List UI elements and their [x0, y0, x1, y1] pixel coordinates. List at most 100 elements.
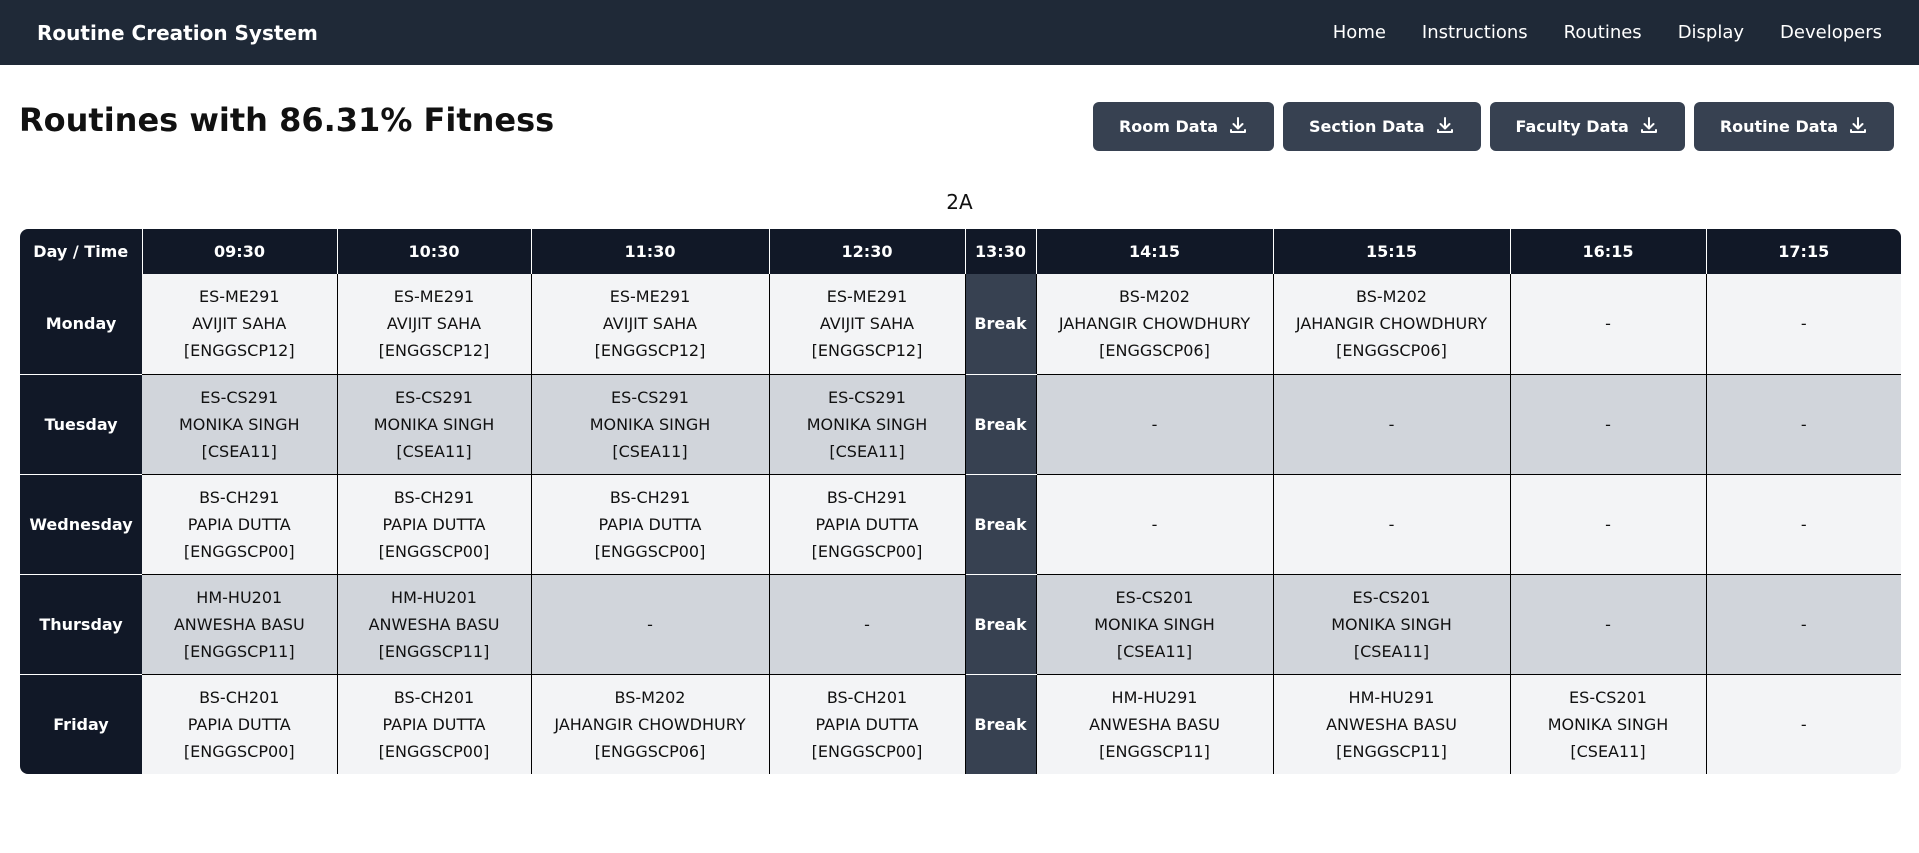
course-code: ES-CS291	[828, 387, 906, 407]
course-code: -	[864, 614, 870, 634]
course-code: HM-HU291	[1348, 687, 1435, 707]
room-code: [ENGGSCP00]	[183, 741, 295, 761]
faculty-name: MONIKA SINGH	[1094, 614, 1215, 634]
class-slot: BS-M202 JAHANGIR CHOWDHURY [ENGGSCP06]	[1273, 274, 1511, 375]
class-slot: BS-CH201 PAPIA DUTTA [ENGGSCP00]	[142, 674, 338, 774]
faculty-name: PAPIA DUTTA	[187, 514, 291, 534]
faculty-name: ANWESHA BASU	[173, 614, 305, 634]
faculty-name: AVIJIT SAHA	[602, 314, 698, 334]
table-header-row: Day / Time 09:30 10:30 11:30 12:30 13:30 14:15…	[20, 229, 1901, 274]
course-code: HM-HU201	[391, 587, 477, 607]
course-code: -	[1605, 314, 1611, 334]
course-code: ES-CS291	[611, 387, 689, 407]
room-code: [ENGGSCP12]	[811, 341, 923, 361]
day-cell: Wednesday	[20, 474, 142, 575]
faculty-name: MONIKA SINGH	[589, 414, 711, 434]
room-code: [CSEA11]	[1570, 741, 1646, 761]
day-cell: Tuesday	[20, 374, 142, 475]
nav-routines[interactable]: Routines	[1564, 22, 1642, 43]
table-row: Friday BS-CH201 PAPIA DUTTA [ENGGSCP00] BS-C…	[20, 674, 1901, 774]
faculty-name: PAPIA DUTTA	[815, 514, 919, 534]
course-code: ES-ME291	[609, 287, 691, 307]
empty-slot: -	[1510, 574, 1707, 675]
faculty-name: MONIKA SINGH	[373, 414, 495, 434]
class-slot: ES-CS291 MONIKA SINGH [CSEA11]	[531, 374, 770, 475]
button-label: Routine Data	[1719, 117, 1838, 136]
course-code: BS-CH291	[609, 487, 691, 507]
faculty-name: AVIJIT SAHA	[819, 314, 915, 334]
course-code: -	[1800, 414, 1807, 434]
time-header: 15:15	[1273, 229, 1511, 274]
nav-developers[interactable]: Developers	[1780, 22, 1882, 43]
faculty-name: AVIJIT SAHA	[192, 314, 287, 334]
empty-slot: -	[1036, 374, 1274, 475]
page-title: Routines with 86.31% Fitness	[19, 101, 555, 139]
faculty-name: MONIKA SINGH	[1331, 614, 1452, 634]
course-code: ES-ME291	[199, 287, 280, 307]
download-icon	[1848, 115, 1868, 139]
nav-display[interactable]: Display	[1678, 22, 1744, 43]
day-time-header: Day / Time	[20, 229, 143, 274]
course-code: HM-HU291	[1111, 687, 1198, 707]
table-row: Tuesday ES-CS291 MONIKA SINGH [CSEA11] ES-CS…	[20, 374, 1901, 475]
routine-data-button[interactable]: Routine Data	[1693, 102, 1894, 151]
empty-slot: -	[1706, 274, 1901, 375]
faculty-name: MONIKA SINGH	[178, 414, 300, 434]
course-code: BS-M202	[1356, 287, 1427, 307]
break-cell: Break	[965, 274, 1037, 375]
room-code: [ENGGSCP06]	[594, 741, 706, 761]
empty-slot: -	[1706, 474, 1901, 575]
faculty-name: ANWESHA BASU	[368, 614, 500, 634]
course-code: -	[1605, 614, 1611, 634]
day-cell: Friday	[20, 674, 142, 774]
faculty-name: PAPIA DUTTA	[815, 714, 919, 734]
class-slot: ES-CS201 MONIKA SINGH [CSEA11]	[1510, 674, 1707, 774]
empty-slot: -	[1510, 274, 1707, 375]
button-label: Section Data	[1309, 117, 1425, 136]
course-code: -	[1800, 514, 1807, 534]
brand-title[interactable]: Routine Creation System	[37, 21, 318, 45]
course-code: BS-CH291	[199, 487, 280, 507]
button-label: Faculty Data	[1515, 117, 1629, 136]
class-slot: ES-CS291 MONIKA SINGH [CSEA11]	[142, 374, 338, 475]
room-code: [CSEA11]	[1353, 641, 1430, 661]
course-code: -	[647, 614, 653, 634]
empty-slot: -	[769, 574, 966, 675]
room-code: [CSEA11]	[612, 441, 688, 461]
course-code: -	[1151, 414, 1158, 434]
time-header: 13:30	[965, 229, 1037, 274]
course-code: BS-CH291	[393, 487, 475, 507]
faculty-data-button[interactable]: Faculty Data	[1489, 102, 1685, 151]
section-data-button[interactable]: Section Data	[1283, 102, 1481, 151]
nav-instructions[interactable]: Instructions	[1422, 22, 1528, 43]
class-slot: ES-CS291 MONIKA SINGH [CSEA11]	[769, 374, 966, 475]
course-code: -	[1800, 714, 1807, 734]
class-slot: BS-CH201 PAPIA DUTTA [ENGGSCP00]	[769, 674, 966, 774]
class-slot: ES-CS201 MONIKA SINGH [CSEA11]	[1036, 574, 1274, 675]
course-code: ES-CS201	[1569, 687, 1647, 707]
time-header: 11:30	[531, 229, 770, 274]
class-slot: ES-ME291 AVIJIT SAHA [ENGGSCP12]	[337, 274, 532, 375]
faculty-name: PAPIA DUTTA	[598, 514, 702, 534]
faculty-name: MONIKA SINGH	[1547, 714, 1669, 734]
course-code: ES-CS291	[395, 387, 473, 407]
room-code: [ENGGSCP11]	[1336, 741, 1447, 761]
room-data-button[interactable]: Room Data	[1092, 102, 1275, 151]
break-cell: Break	[965, 474, 1037, 575]
room-code: [ENGGSCP06]	[1099, 341, 1210, 361]
class-slot: BS-CH291 PAPIA DUTTA [ENGGSCP00]	[531, 474, 770, 575]
course-code: ES-ME291	[393, 287, 475, 307]
nav-home[interactable]: Home	[1333, 22, 1386, 43]
break-cell: Break	[965, 674, 1037, 774]
day-cell: Monday	[20, 274, 142, 375]
course-code: -	[1388, 514, 1395, 534]
course-code: HM-HU201	[196, 587, 283, 607]
empty-slot: -	[1706, 674, 1901, 774]
time-header: 17:15	[1706, 229, 1901, 274]
faculty-name: JAHANGIR CHOWDHURY	[1058, 314, 1251, 334]
download-buttons: Room Data Section Data Faculty Data Routine…	[1092, 102, 1894, 151]
room-code: [CSEA11]	[201, 441, 277, 461]
empty-slot: -	[531, 574, 770, 675]
class-slot: BS-M202 JAHANGIR CHOWDHURY [ENGGSCP06]	[531, 674, 770, 774]
class-slot: BS-M202 JAHANGIR CHOWDHURY [ENGGSCP06]	[1036, 274, 1274, 375]
